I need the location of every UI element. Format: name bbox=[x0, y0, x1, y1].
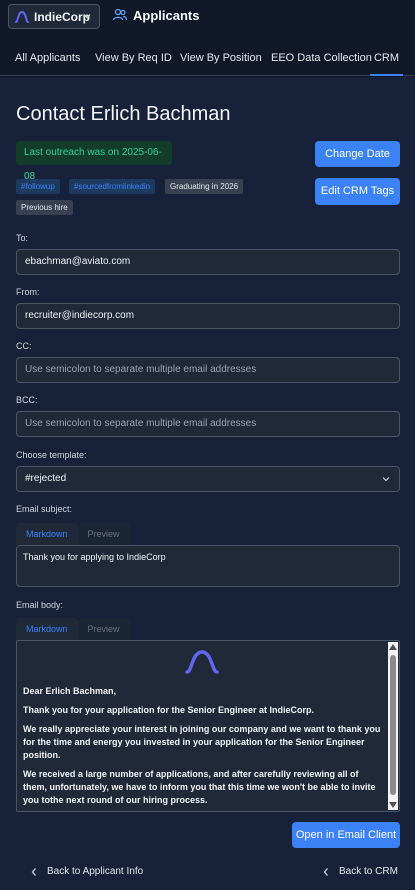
email-paragraph-2: We really appreciate your interest in jo… bbox=[23, 724, 381, 760]
tab-view-by-req-id[interactable]: View By Req ID bbox=[95, 40, 172, 76]
chevron-down-icon bbox=[83, 14, 91, 19]
bcc-field[interactable]: Use semicolon to separate multiple email… bbox=[16, 411, 400, 437]
scrollbar-thumb[interactable] bbox=[390, 655, 396, 795]
body-preview-tab[interactable]: Preview bbox=[77, 618, 130, 640]
back-to-crm-label: Back to CRM bbox=[339, 866, 398, 877]
from-field[interactable]: recruiter@indiecorp.com bbox=[16, 303, 400, 329]
tag-graduating-2026: Graduating in 2026 bbox=[165, 179, 244, 194]
email-body-preview[interactable]: Dear Erlich Bachman, Thank you for your … bbox=[16, 640, 400, 812]
template-select[interactable]: #rejected bbox=[16, 466, 400, 492]
to-field[interactable]: ebachman@aviato.com bbox=[16, 249, 400, 275]
email-paragraph-1: Thank you for your application for the S… bbox=[23, 705, 315, 715]
subject-preview-tab[interactable]: Preview bbox=[77, 523, 130, 545]
subject-markdown-tab[interactable]: Markdown bbox=[16, 523, 78, 545]
tag-followup: #followup bbox=[16, 179, 60, 194]
org-selector[interactable]: IndieCorp bbox=[8, 4, 100, 29]
crm-contact-panel: Contact Erlich Bachman Last outreach was… bbox=[0, 77, 415, 890]
back-to-applicant-info-link[interactable]: Back to Applicant Info bbox=[30, 866, 143, 877]
indiecorp-logo-icon bbox=[185, 650, 219, 674]
tag-previous-hire: Previous hire bbox=[16, 200, 73, 215]
back-to-applicant-info-label: Back to Applicant Info bbox=[47, 866, 144, 877]
tab-eeo-data-collection[interactable]: EEO Data Collection bbox=[271, 40, 372, 76]
subject-label: Email subject: bbox=[16, 504, 73, 514]
back-to-crm-link[interactable]: Back to CRM bbox=[322, 866, 398, 877]
bcc-label: BCC: bbox=[16, 395, 38, 405]
app-title-text: Applicants bbox=[133, 7, 200, 23]
chevron-down-icon bbox=[382, 477, 390, 482]
outreach-status: Last outreach was on 2025-06-08 bbox=[16, 141, 172, 182]
scroll-up-arrow-icon[interactable] bbox=[389, 644, 397, 650]
email-greeting: Dear Erlich Bachman, bbox=[23, 686, 117, 696]
email-body-scrollbar[interactable] bbox=[388, 642, 398, 810]
open-in-email-client-button[interactable]: Open in Email Client bbox=[292, 822, 400, 848]
subject-editor-tabs: Markdown Preview bbox=[16, 523, 130, 545]
subject-field[interactable]: Thank you for applying to IndieCorp bbox=[16, 545, 400, 587]
email-body-content: Dear Erlich Bachman, Thank you for your … bbox=[23, 647, 381, 811]
tag-sourcedfromlinkedin: #sourcedfromlinkedin bbox=[69, 179, 156, 194]
indiecorp-logo-icon bbox=[15, 10, 29, 23]
body-markdown-tab[interactable]: Markdown bbox=[16, 618, 78, 640]
cc-label: CC: bbox=[16, 341, 32, 351]
tab-crm[interactable]: CRM bbox=[370, 40, 403, 76]
page-title: Contact Erlich Bachman bbox=[16, 103, 231, 125]
tab-view-by-position[interactable]: View By Position bbox=[180, 40, 262, 76]
cc-field[interactable]: Use semicolon to separate multiple email… bbox=[16, 357, 400, 383]
template-label: Choose template: bbox=[16, 450, 87, 460]
change-date-button[interactable]: Change Date bbox=[315, 141, 400, 167]
tab-all-applicants[interactable]: All Applicants bbox=[15, 40, 80, 76]
edit-crm-tags-button[interactable]: Edit CRM Tags bbox=[315, 178, 400, 205]
to-label: To: bbox=[16, 233, 29, 243]
nav-tabs: All Applicants View By Req ID View By Po… bbox=[0, 40, 415, 76]
chevron-left-icon bbox=[323, 867, 328, 876]
from-label: From: bbox=[16, 287, 40, 297]
chevron-left-icon bbox=[31, 867, 36, 876]
scroll-down-arrow-icon[interactable] bbox=[389, 802, 397, 808]
app-title[interactable]: Applicants bbox=[112, 7, 199, 23]
body-editor-tabs: Markdown Preview bbox=[16, 618, 130, 640]
email-paragraph-3: We received a large number of applicatio… bbox=[23, 769, 376, 805]
body-label: Email body: bbox=[16, 600, 64, 610]
top-bar: IndieCorp Applicants bbox=[0, 0, 415, 36]
template-selected-value: #rejected bbox=[25, 473, 67, 484]
users-icon bbox=[112, 8, 128, 21]
